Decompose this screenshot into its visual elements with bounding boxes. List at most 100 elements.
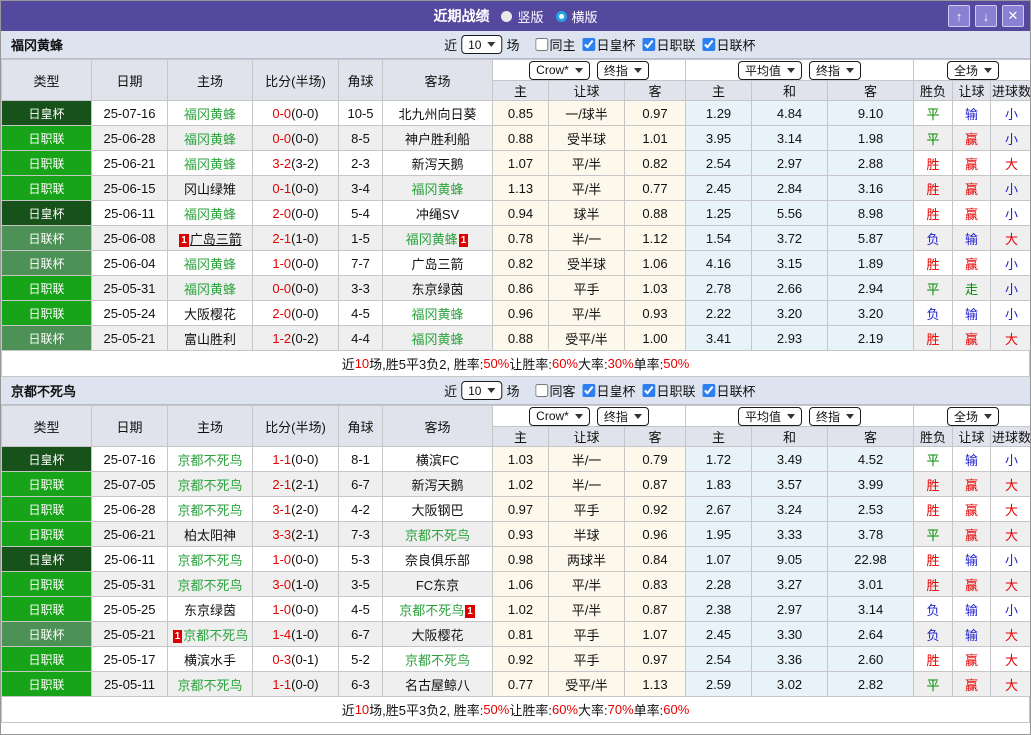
team-link[interactable]: 福冈黄蜂	[411, 182, 463, 197]
team-link[interactable]: 福冈黄蜂	[411, 307, 463, 322]
result-wdl-cell: 负	[913, 596, 954, 622]
team-link[interactable]: 柏太阳神	[184, 528, 236, 543]
title-bar: 近期战绩 竖版 横版 ↑ ↓ ✕	[1, 1, 1030, 31]
team-link[interactable]: 冈山绿雉	[184, 182, 236, 197]
average-final-select[interactable]: 终指	[809, 60, 862, 80]
team-link[interactable]: 北九州向日葵	[398, 107, 476, 122]
column-header: 主场	[167, 405, 253, 447]
filter-option[interactable]: 日皇杯	[575, 381, 636, 400]
team-link[interactable]: 横滨FC	[416, 453, 459, 468]
team-link[interactable]: 福冈黄蜂	[411, 332, 463, 347]
filter-option[interactable]: 日联杯	[696, 35, 756, 54]
filter-option[interactable]: 日职联	[636, 35, 696, 54]
column-header: 和	[751, 426, 829, 447]
team-link[interactable]: 东京绿茵	[184, 603, 236, 618]
avg-home-cell: 2.38	[685, 596, 753, 622]
team-link[interactable]: 福冈黄蜂	[184, 207, 236, 222]
odds-home-cell: 0.88	[492, 125, 549, 151]
team-link[interactable]: 京都不死鸟	[177, 453, 242, 468]
filter-option[interactable]: 日皇杯	[575, 35, 636, 54]
filter-option[interactable]: 日职联	[636, 381, 696, 400]
team-link[interactable]: 奈良俱乐部	[405, 553, 470, 568]
away-team-cell: 福冈黄蜂	[382, 175, 493, 201]
halftime-score: (0-0)	[291, 205, 319, 221]
team-link[interactable]: 大阪樱花	[411, 628, 463, 643]
filter-option[interactable]: 同主	[523, 35, 575, 54]
team-link[interactable]: 大阪钢巴	[411, 503, 463, 518]
team-link[interactable]: 富山胜利	[184, 332, 236, 347]
team-link[interactable]: 京都不死鸟	[177, 578, 242, 593]
team-link[interactable]: 东京绿茵	[411, 282, 463, 297]
filter-label: 同客	[549, 384, 576, 399]
team-link[interactable]: 神户胜利船	[405, 132, 470, 147]
average-source-select[interactable]: 平均值	[738, 406, 803, 426]
average-final-select[interactable]: 终指	[809, 406, 862, 426]
team-link[interactable]: 大阪樱花	[184, 307, 236, 322]
odds-home-cell: 0.85	[492, 100, 549, 126]
team-link[interactable]: 京都不死鸟	[405, 653, 470, 668]
filter-checkbox[interactable]	[642, 384, 656, 397]
team-link[interactable]: 新泻天鹅	[411, 478, 463, 493]
scope-select[interactable]: 全场	[947, 60, 1000, 80]
radio-vertical[interactable]: 竖版	[501, 7, 544, 26]
filter-checkbox[interactable]	[642, 38, 656, 51]
filter-option[interactable]: 同客	[523, 381, 575, 400]
filter-option[interactable]: 日联杯	[696, 381, 756, 400]
result-handicap-cell: 赢	[952, 571, 992, 597]
filter-checkbox[interactable]	[582, 38, 596, 51]
filter-checkbox[interactable]	[535, 38, 549, 51]
team-link[interactable]: 京都不死鸟	[177, 553, 242, 568]
filter-checkbox[interactable]	[702, 384, 716, 397]
recent-games-select[interactable]: 10	[461, 35, 503, 54]
team-name: 京都不死鸟	[11, 384, 77, 399]
team-link[interactable]: 福冈黄蜂	[184, 282, 236, 297]
score-cell: 2-0(0-0)	[252, 200, 339, 226]
filter-label: 日皇杯	[596, 384, 636, 399]
date-cell: 25-07-05	[91, 471, 168, 497]
odds-final-select[interactable]: 终指	[596, 60, 649, 80]
filter-checkbox[interactable]	[582, 384, 596, 397]
halftime-score: (0-0)	[291, 676, 319, 692]
home-team-cell: 京都不死鸟	[167, 496, 253, 522]
result-wdl-cell: 胜	[913, 571, 954, 597]
scope-select[interactable]: 全场	[947, 406, 1000, 426]
odds-source-select[interactable]: Crow*	[529, 60, 590, 80]
date-cell: 25-06-21	[91, 521, 168, 547]
odds-source-select[interactable]: Crow*	[529, 406, 590, 426]
team-link[interactable]: 京都不死鸟	[399, 603, 464, 618]
team-link[interactable]: 冲绳SV	[416, 207, 459, 222]
move-up-button[interactable]: ↑	[948, 5, 970, 27]
filter-checkbox[interactable]	[702, 38, 716, 51]
team-link[interactable]: 广岛三箭	[190, 232, 242, 247]
avg-draw-cell: 3.02	[751, 671, 829, 697]
team-link[interactable]: 名古屋鲸八	[405, 678, 470, 693]
team-link[interactable]: 新泻天鹅	[411, 157, 463, 172]
odds-home-cell: 0.81	[492, 621, 549, 647]
filter-checkbox[interactable]	[535, 384, 549, 397]
average-source-select[interactable]: 平均值	[738, 60, 803, 80]
match-type-cell: 日联杯	[1, 621, 92, 647]
team-link[interactable]: 京都不死鸟	[405, 528, 470, 543]
team-link[interactable]: 福冈黄蜂	[184, 107, 236, 122]
team-link[interactable]: 福冈黄蜂	[406, 232, 458, 247]
odds-final-select[interactable]: 终指	[596, 406, 649, 426]
team-link[interactable]: 横滨水手	[184, 653, 236, 668]
recent-games-select[interactable]: 10	[461, 381, 503, 400]
team-link[interactable]: 京都不死鸟	[177, 503, 242, 518]
team-link[interactable]: 广岛三箭	[411, 257, 463, 272]
move-down-button[interactable]: ↓	[975, 5, 997, 27]
team-link[interactable]: 京都不死鸟	[177, 678, 242, 693]
close-button[interactable]: ✕	[1002, 5, 1024, 27]
team-link[interactable]: 福冈黄蜂	[184, 257, 236, 272]
odds-handicap-cell: 平手	[548, 646, 625, 672]
team-link[interactable]: FC东京	[416, 578, 459, 593]
radio-horizontal[interactable]: 横版	[555, 7, 598, 26]
avg-home-cell: 2.78	[685, 275, 753, 301]
halftime-score: (2-1)	[291, 526, 319, 542]
odds-away-cell: 1.01	[623, 125, 687, 151]
team-link[interactable]: 京都不死鸟	[177, 478, 242, 493]
odds-home-cell: 0.97	[492, 496, 549, 522]
team-link[interactable]: 京都不死鸟	[183, 628, 248, 643]
team-link[interactable]: 福冈黄蜂	[184, 157, 236, 172]
team-link[interactable]: 福冈黄蜂	[184, 132, 236, 147]
